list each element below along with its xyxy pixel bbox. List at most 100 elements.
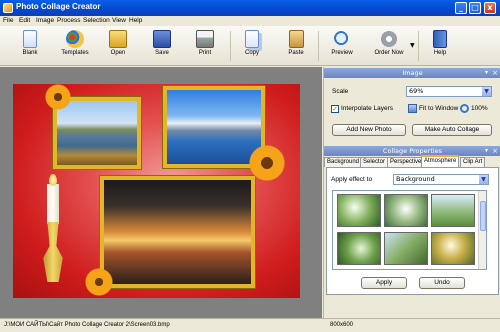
photo-frame-lake[interactable] [53,97,141,169]
paste-clipboard-icon [288,30,304,48]
chevron-down-icon: ▼ [482,87,491,96]
save-button[interactable]: Save [142,28,182,64]
undo-button[interactable]: Undo [419,277,465,289]
help-button[interactable]: Help [420,28,460,64]
tab-background[interactable]: Background [324,157,363,167]
effect-thumbnail[interactable] [431,194,475,227]
copy-icon [245,30,259,48]
blank-page-icon [23,30,37,48]
tab-selector[interactable]: Selector [360,157,389,167]
apply-effect-select[interactable]: Background ▼ [393,174,489,185]
right-panel: Image ▾ × Scale 69% ▼ ✓ Interpolate Laye… [323,67,500,318]
menu-selection[interactable]: Selection [83,17,110,24]
interpolate-label: Interpolate Layers [341,105,394,112]
collage-canvas[interactable] [13,84,300,298]
collage-properties-title: Collage Properties ▾ × [324,146,500,156]
blank-button[interactable]: Blank [10,28,50,64]
help-label: Help [433,50,447,56]
title-bar: Photo Collage Creator _ □ x [0,0,500,16]
close-button[interactable]: x [484,2,496,14]
scale-label: Scale [332,88,349,95]
folder-open-icon [109,30,127,48]
zoom-100-button[interactable]: 100% [471,105,488,112]
tab-clip-art[interactable]: Clip Art [460,157,486,167]
apply-button[interactable]: Apply [361,277,407,289]
status-bar: J:\МОИ САЙТЫ\Сайт Photo Collage Creator … [0,318,500,332]
sunset-lake-photo [104,180,251,284]
effects-scrollbar[interactable] [478,191,486,269]
print-button[interactable]: Print [185,28,225,64]
copy-label: Copy [244,50,259,56]
toolbar-separator [418,31,419,61]
candlestick-icon [43,222,63,282]
toolbar: Blank Templates Open Save Print Copy Pas… [0,26,500,66]
blank-label: Blank [22,50,38,56]
menu-edit[interactable]: Edit [19,17,30,24]
open-button[interactable]: Open [98,28,138,64]
printer-icon [196,30,214,48]
scale-value: 69% [409,87,424,95]
save-label: Save [155,50,169,56]
status-file-path: J:\МОИ САЙТЫ\Сайт Photo Collage Creator … [4,322,170,328]
scale-select[interactable]: 69% ▼ [406,86,492,97]
flower-clipart-icon[interactable] [85,268,113,296]
paste-label: Paste [288,50,304,56]
preview-button[interactable]: Preview [322,28,362,64]
floppy-disk-icon [153,30,171,48]
effect-thumbnail[interactable] [431,232,475,265]
chevron-down-icon: ▼ [479,175,488,184]
minimize-button[interactable]: _ [455,2,467,14]
paste-button[interactable]: Paste [276,28,316,64]
make-auto-collage-button[interactable]: Make Auto Collage [412,124,492,136]
pin-icon[interactable]: ▾ [485,146,488,156]
toolbar-separator [318,31,319,61]
menu-help[interactable]: Help [129,17,142,24]
effect-thumbnail[interactable] [337,232,381,265]
menu-view[interactable]: View [112,17,126,24]
lake-autumn-photo [57,101,137,165]
photo-frame-sunset[interactable] [100,176,255,288]
pin-icon[interactable]: ▾ [485,68,488,78]
flower-clipart-icon[interactable] [248,144,286,182]
templates-label: Templates [61,50,89,56]
image-panel-title-text: Image [402,69,423,77]
apply-effect-label: Apply effect to [331,176,373,183]
maximize-button[interactable]: □ [469,2,481,14]
mountain-lake-photo [167,90,261,164]
tab-atmosphere[interactable]: Atmosphere [421,155,460,167]
close-icon[interactable]: × [492,146,498,156]
status-image-size: 800x600 [330,322,354,328]
fit-window-icon[interactable] [408,104,417,113]
order-now-dropdown-icon[interactable]: ▼ [410,42,415,49]
fit-to-window-button[interactable]: Fit to Window [419,105,458,112]
atmosphere-tab-panel: Apply effect to Background ▼ Apply Undo [326,167,499,295]
templates-button[interactable]: Templates [55,28,95,64]
preview-label: Preview [331,50,353,56]
effect-thumbnail[interactable] [384,194,428,227]
app-icon [3,3,13,13]
order-now-label: Order Now [374,50,404,56]
copy-button[interactable]: Copy [232,28,272,64]
add-new-photo-button[interactable]: Add New Photo [332,124,406,136]
tab-perspective[interactable]: Perspective [387,157,425,167]
zoom-icon[interactable] [460,104,469,113]
flower-clipart-icon[interactable] [45,84,71,110]
menu-bar: File Edit Image Process Selection View H… [0,16,500,26]
print-label: Print [198,50,212,56]
effect-thumbnail[interactable] [337,194,381,227]
toolbar-separator [230,31,231,61]
window-title: Photo Collage Creator [16,2,101,11]
palette-icon [66,30,84,48]
effect-thumbnail[interactable] [384,232,428,265]
menu-process[interactable]: Process [57,17,80,24]
order-now-button[interactable]: Order Now [366,28,412,64]
candle-clipart-icon[interactable] [47,184,59,224]
canvas-area[interactable] [0,67,322,318]
image-panel-title: Image ▾ × [324,68,500,78]
menu-file[interactable]: File [3,17,13,24]
interpolate-checkbox[interactable]: ✓ [331,105,339,113]
menu-image[interactable]: Image [36,17,54,24]
close-icon[interactable]: × [492,68,498,78]
apply-effect-value: Background [396,175,435,183]
scrollbar-thumb[interactable] [480,201,486,231]
